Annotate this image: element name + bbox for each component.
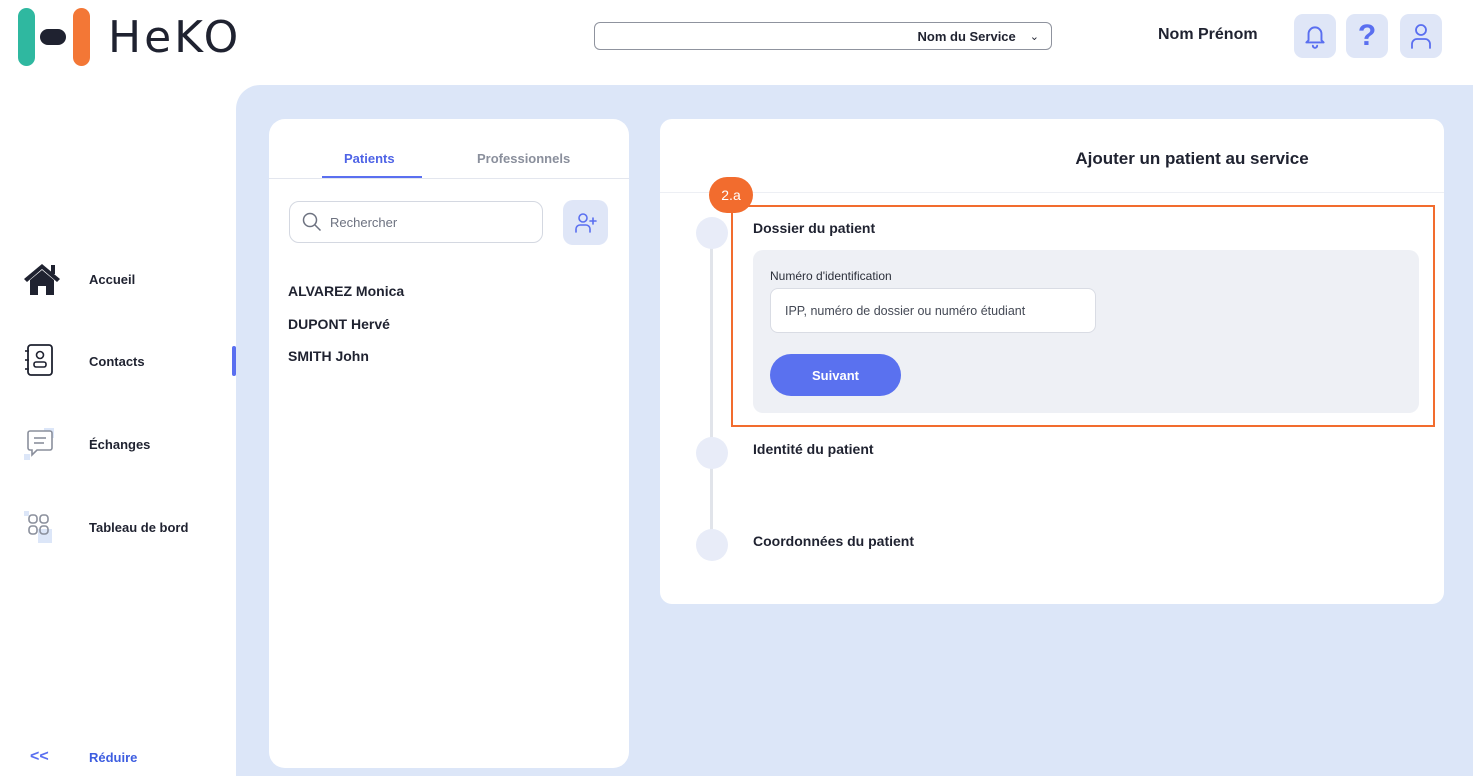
- dashboard-icon: [22, 507, 62, 547]
- nav-label: Contacts: [89, 353, 145, 369]
- search-input[interactable]: [330, 214, 520, 230]
- collapse-nav-label: Réduire: [89, 749, 138, 765]
- nav-item-contacts[interactable]: Contacts: [0, 337, 236, 385]
- tab-patients[interactable]: Patients: [344, 151, 395, 166]
- patient-list-item[interactable]: DUPONT Hervé: [288, 316, 390, 332]
- title-divider: [660, 192, 1444, 193]
- step-badge: 2.a: [709, 177, 753, 213]
- add-patient-button[interactable]: [563, 200, 608, 245]
- service-select[interactable]: Nom du Service ⌄: [594, 22, 1052, 50]
- stepper-line: [710, 233, 713, 545]
- step-dot-coordonnees: [696, 529, 728, 561]
- nav-item-tableau-de-bord[interactable]: Tableau de bord: [0, 503, 236, 551]
- nav-item-accueil[interactable]: Accueil: [0, 255, 236, 303]
- contacts-list-panel: Patients Professionnels ALVAREZ Monica D…: [269, 119, 629, 768]
- form-title: Ajouter un patient au service: [660, 149, 1444, 169]
- tab-professionnels[interactable]: Professionnels: [477, 151, 570, 166]
- tab-divider: [269, 178, 629, 179]
- step-dot-identite: [696, 437, 728, 469]
- step-label-identite[interactable]: Identité du patient: [753, 441, 874, 457]
- heko-logo[interactable]: HeKO: [18, 6, 288, 68]
- chat-icon: [22, 424, 62, 464]
- bell-icon: [1305, 26, 1325, 49]
- contacts-icon: [22, 341, 62, 381]
- step-highlight-frame: [731, 205, 1435, 427]
- patient-list-item[interactable]: ALVAREZ Monica: [288, 283, 404, 299]
- search-icon: [302, 212, 322, 232]
- nav-label: Accueil: [89, 271, 136, 287]
- chevrons-left-icon: <<: [30, 748, 49, 765]
- notifications-button[interactable]: [1294, 14, 1336, 58]
- home-icon: [22, 259, 62, 299]
- user-icon: [1411, 24, 1431, 49]
- patient-list-item[interactable]: SMITH John: [288, 348, 369, 364]
- add-user-icon: [574, 212, 597, 233]
- user-name[interactable]: Nom Prénom: [1158, 26, 1258, 44]
- help-button[interactable]: ?: [1346, 14, 1388, 58]
- logo-dash: [40, 29, 66, 45]
- logo-wordmark: HeKO: [108, 11, 242, 63]
- collapse-nav-button[interactable]: << Réduire: [30, 748, 137, 766]
- help-icon: ?: [1357, 19, 1377, 52]
- step-dot-dossier: [696, 217, 728, 249]
- nav-label: Tableau de bord: [89, 519, 189, 535]
- search-box: [289, 201, 543, 243]
- nav-item-echanges[interactable]: Échanges: [0, 420, 236, 468]
- profile-button[interactable]: [1400, 14, 1442, 58]
- step-label-coordonnees[interactable]: Coordonnées du patient: [753, 533, 914, 549]
- logo-orange-bar: [73, 8, 90, 66]
- service-select-value: Nom du Service: [917, 28, 1016, 44]
- form-title-text: Ajouter un patient au service: [1075, 149, 1309, 168]
- chevron-down-icon: ⌄: [1029, 30, 1039, 43]
- logo-green-bar: [18, 8, 35, 66]
- nav-label: Échanges: [89, 436, 151, 452]
